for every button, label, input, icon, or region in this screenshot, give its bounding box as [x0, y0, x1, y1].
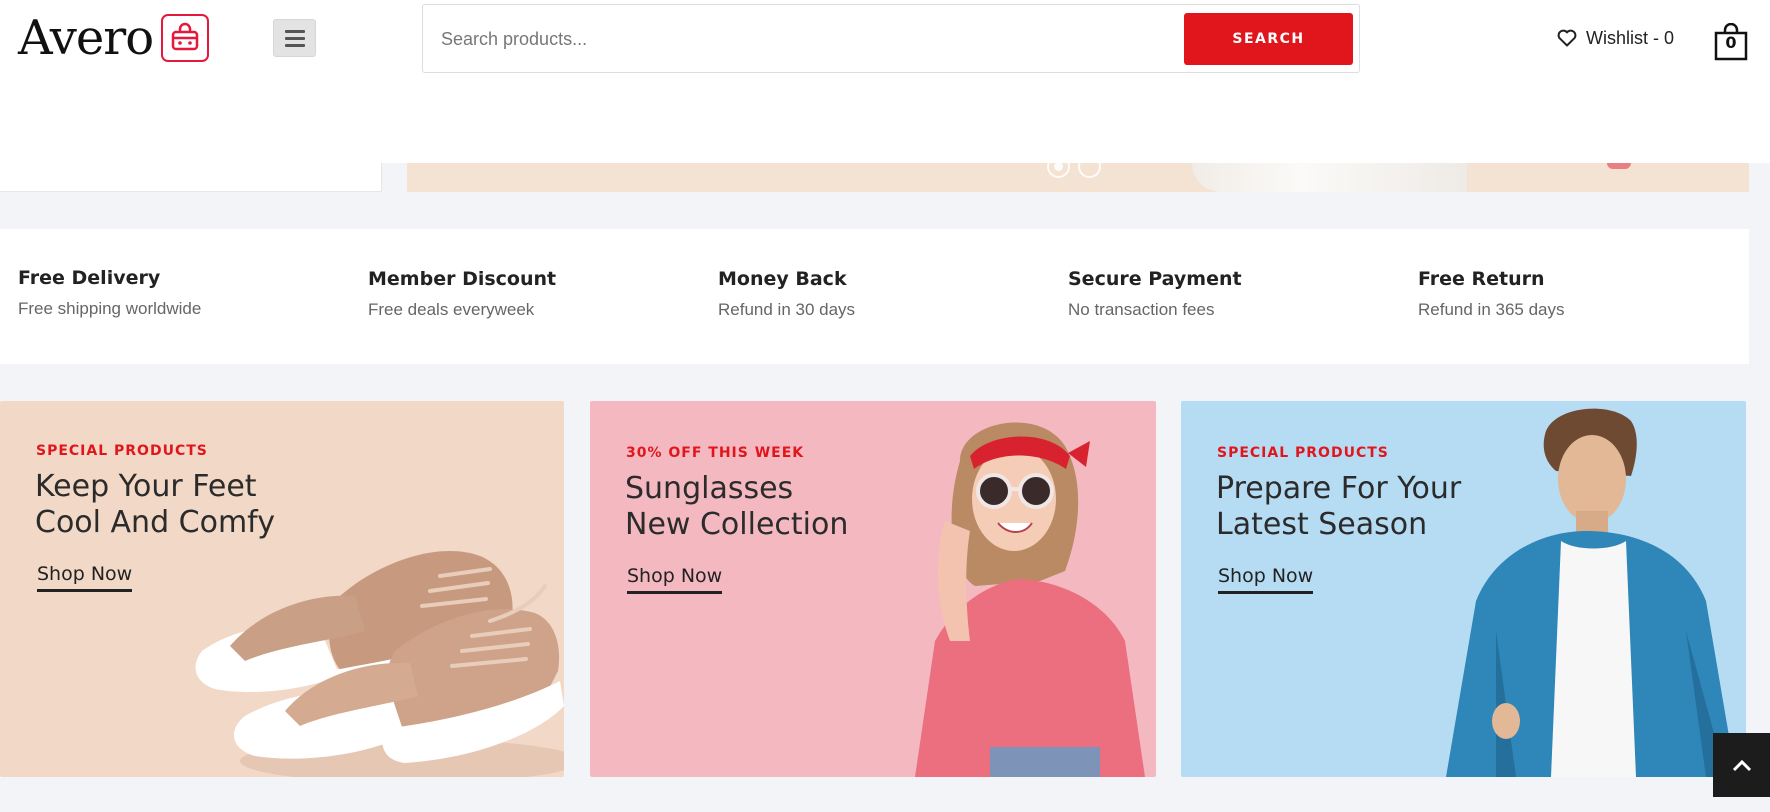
features-bar: Free Delivery Free shipping worldwide Me…	[0, 229, 1749, 364]
banner-tag: SPECIAL PRODUCTS	[1217, 445, 1389, 461]
banner-title: Sunglasses New Collection	[625, 471, 848, 543]
banner-title-line: Latest Season	[1216, 507, 1428, 542]
search-button[interactable]: SEARCH	[1184, 13, 1353, 65]
feature-item: Free Delivery Free shipping worldwide	[18, 267, 201, 319]
chevron-up-icon	[1732, 759, 1751, 772]
woman-sunglasses-image	[915, 422, 1145, 777]
search-bar: SEARCH	[422, 4, 1360, 73]
category-sidebar	[0, 163, 382, 192]
site-logo[interactable]: Avero	[18, 10, 210, 66]
feature-subtitle: Refund in 365 days	[1418, 300, 1565, 319]
slider-dot[interactable]	[1047, 155, 1070, 178]
feature-title: Money Back	[718, 268, 847, 290]
feature-subtitle: Free shipping worldwide	[18, 299, 202, 318]
wishlist-label: Wishlist - 0	[1586, 27, 1675, 48]
feature-item: Free Return Refund in 365 days	[1418, 268, 1565, 320]
sneakers-image	[195, 550, 564, 777]
feature-title: Secure Payment	[1068, 268, 1242, 290]
feature-item: Secure Payment No transaction fees	[1068, 268, 1242, 320]
banner-tag: 30% OFF THIS WEEK	[626, 445, 805, 461]
banner-title-line: Sunglasses	[625, 471, 794, 506]
banner-title-line: Cool And Comfy	[35, 505, 275, 540]
man-denim-image	[1446, 408, 1736, 777]
wishlist-link[interactable]: Wishlist - 0	[1557, 24, 1674, 52]
site-header: Avero SEARCH Wishlist - 0 0	[0, 0, 1770, 163]
feature-subtitle: Refund in 30 days	[718, 300, 856, 319]
banner-title-line: New Collection	[625, 507, 849, 542]
hero-image	[1192, 163, 1467, 192]
back-to-top-button[interactable]	[1713, 733, 1770, 797]
logo-text: Avero	[18, 10, 154, 66]
promo-banner-season[interactable]: SPECIAL PRODUCTS Prepare For Your Latest…	[1181, 401, 1746, 777]
promo-banner-sunglasses[interactable]: 30% OFF THIS WEEK Sunglasses New Collect…	[590, 401, 1156, 777]
shop-now-link[interactable]: Shop Now	[37, 563, 133, 592]
cart-button[interactable]: 0	[1714, 22, 1748, 61]
hamburger-icon[interactable]	[273, 19, 316, 57]
banner-title: Keep Your Feet Cool And Comfy	[35, 469, 275, 541]
banner-title-line: Keep Your Feet	[35, 469, 257, 504]
cart-count: 0	[1725, 33, 1737, 52]
banner-title: Prepare For Your Latest Season	[1216, 471, 1461, 543]
shop-now-link[interactable]: Shop Now	[1218, 565, 1314, 594]
heart-icon	[1557, 29, 1577, 47]
feature-title: Free Delivery	[18, 267, 161, 289]
shop-now-link[interactable]: Shop Now	[627, 565, 723, 594]
feature-subtitle: Free deals everyweek	[368, 300, 535, 319]
banner-tag: SPECIAL PRODUCTS	[36, 443, 208, 459]
feature-title: Member Discount	[368, 268, 557, 290]
banner-title-line: Prepare For Your	[1216, 471, 1462, 506]
search-input[interactable]	[441, 23, 1141, 55]
hero-decoration	[1607, 163, 1631, 169]
slider-dot[interactable]	[1078, 155, 1101, 178]
promo-banner-sneakers[interactable]: SPECIAL PRODUCTS Keep Your Feet Cool And…	[0, 401, 564, 777]
shopping-bag-icon	[161, 14, 210, 62]
feature-title: Free Return	[1418, 268, 1545, 290]
feature-item: Money Back Refund in 30 days	[718, 268, 855, 320]
feature-item: Member Discount Free deals everyweek	[368, 268, 556, 320]
feature-subtitle: No transaction fees	[1068, 300, 1215, 319]
